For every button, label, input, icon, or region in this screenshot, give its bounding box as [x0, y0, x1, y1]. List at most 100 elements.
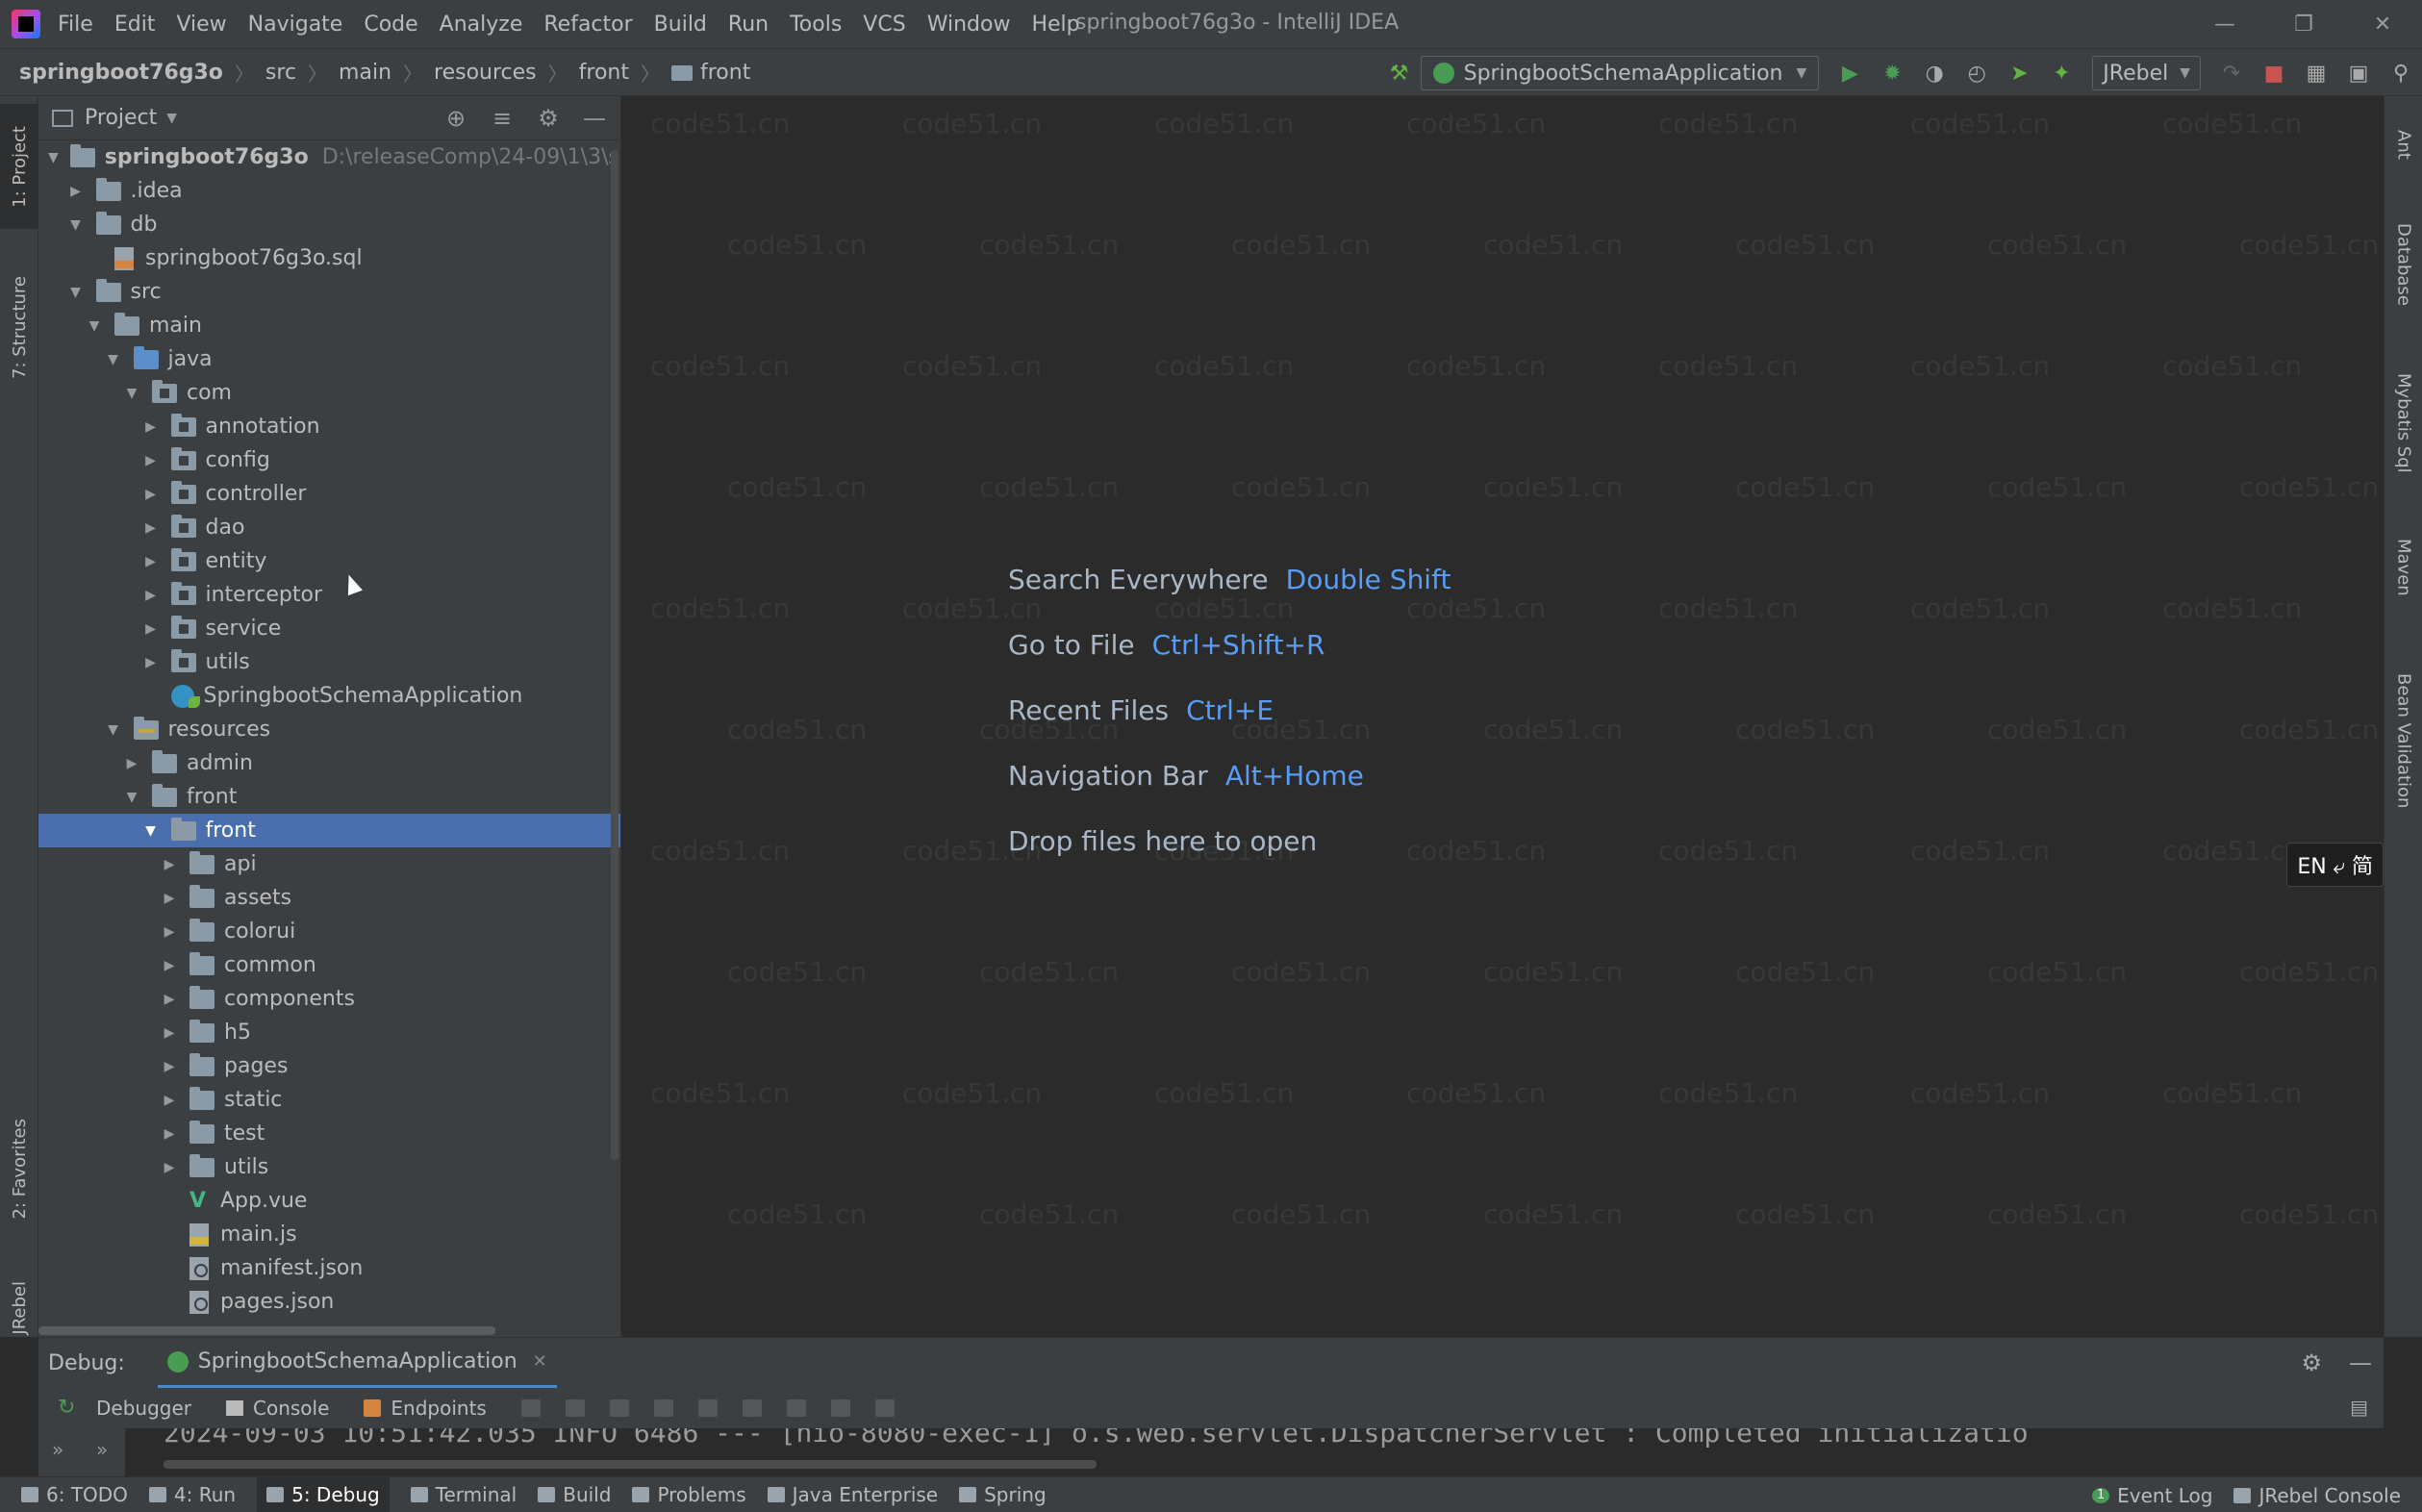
profile-icon[interactable]: ◴ — [1960, 57, 1993, 89]
tree-node-springboot76g3o-sql[interactable]: ▶springboot76g3o.sql — [38, 241, 620, 275]
menu-code[interactable]: Code — [364, 13, 417, 37]
gear-icon[interactable]: ⚙ — [2301, 1349, 2322, 1376]
layout-icon[interactable]: ▣ — [2342, 57, 2375, 89]
tree-node-resources[interactable]: ▼ resources — [38, 713, 620, 746]
statusbar-tool-problems[interactable]: Problems — [632, 1483, 746, 1506]
statusbar-tool-5-debug[interactable]: 5: Debug — [257, 1476, 390, 1512]
tree-node-utils[interactable]: ▶ utils — [38, 645, 620, 679]
chevron-right-icon[interactable]: ▶ — [161, 1126, 178, 1142]
chevron-down-icon[interactable]: ▼ — [166, 111, 177, 126]
tree-node-static[interactable]: ▶ static — [38, 1083, 620, 1117]
tree-node-colorui[interactable]: ▶ colorui — [38, 915, 620, 948]
layout-icon[interactable]: ▤ — [2350, 1396, 2368, 1419]
console-horizontal-scrollbar[interactable] — [164, 1460, 1097, 1469]
breadcrumb-item[interactable]: front — [670, 61, 750, 85]
tree-node-springboot76g3o[interactable]: ▼ springboot76g3o D:\releaseComp\24-09\1\3… — [38, 140, 620, 174]
tree-node-admin[interactable]: ▶ admin — [38, 746, 620, 780]
breadcrumb-item[interactable]: springboot76g3o — [19, 61, 223, 85]
tree-node-utils[interactable]: ▶ utils — [38, 1150, 620, 1184]
build-hammer-icon[interactable]: ⚒ — [1383, 57, 1416, 89]
tab-debugger[interactable]: Debugger — [96, 1397, 191, 1420]
statusbar-tool-6-todo[interactable]: 6: TODO — [21, 1483, 128, 1506]
tree-node-main[interactable]: ▼ main — [38, 309, 620, 342]
tree-vertical-scrollbar[interactable] — [609, 140, 620, 1160]
show-execution-point-icon[interactable] — [520, 1399, 541, 1417]
tree-node-controller[interactable]: ▶ controller — [38, 477, 620, 511]
run-to-cursor-icon[interactable] — [786, 1399, 806, 1417]
breadcrumb-item[interactable]: src — [265, 61, 296, 85]
menu-build[interactable]: Build — [654, 13, 707, 37]
tool-tab-jrebel[interactable]: JRebel — [0, 1260, 38, 1356]
step-into-icon[interactable] — [609, 1399, 629, 1417]
chevron-right-icon[interactable]: ▶ — [161, 891, 178, 906]
menu-run[interactable]: Run — [728, 13, 769, 37]
statusbar-tool-java-enterprise[interactable]: Java Enterprise — [767, 1483, 938, 1506]
chevron-right-icon[interactable]: ▶ — [142, 621, 160, 637]
step-over-icon[interactable] — [565, 1399, 585, 1417]
chevron-right-icon[interactable]: ▶ — [142, 453, 160, 468]
jrebel-run-icon[interactable]: ➤ — [2003, 57, 2035, 89]
statusbar-tool-terminal[interactable]: Terminal — [410, 1483, 517, 1506]
menu-view[interactable]: View — [176, 13, 226, 37]
menu-file[interactable]: File — [58, 13, 93, 37]
menu-navigate[interactable]: Navigate — [248, 13, 343, 37]
project-view-select[interactable]: Project — [85, 106, 157, 130]
drop-frame-icon[interactable] — [742, 1399, 762, 1417]
tab-console[interactable]: Console — [226, 1397, 329, 1420]
locate-icon[interactable]: ⊕ — [440, 102, 472, 135]
menu-edit[interactable]: Edit — [114, 13, 156, 37]
tree-node-h5[interactable]: ▶ h5 — [38, 1016, 620, 1049]
menu-tools[interactable]: Tools — [790, 13, 842, 37]
tree-node-springbootschemaapplication[interactable]: ▶SpringbootSchemaApplication — [38, 679, 620, 713]
tree-node-interceptor[interactable]: ▶ interceptor — [38, 578, 620, 612]
tree-node-db[interactable]: ▼ db — [38, 208, 620, 241]
tree-node-pages[interactable]: ▶ pages — [38, 1049, 620, 1083]
debug-session-tab[interactable]: SpringbootSchemaApplication ✕ — [157, 1338, 557, 1388]
menu-window[interactable]: Window — [927, 13, 1011, 37]
chevron-right-icon[interactable]: ▶ — [161, 1025, 178, 1041]
tree-node-front[interactable]: ▼ front — [38, 814, 620, 847]
chevron-down-icon[interactable]: ▼ — [105, 352, 122, 367]
run-icon[interactable]: ▶ — [1833, 57, 1866, 89]
tree-node-components[interactable]: ▶ components — [38, 982, 620, 1016]
evaluate-icon[interactable] — [830, 1399, 850, 1417]
jrebel-select[interactable]: JRebel ▼ — [2092, 56, 2201, 90]
stop-icon[interactable]: ■ — [2258, 57, 2290, 89]
tree-node-manifest-json[interactable]: ▶manifest.json — [38, 1251, 620, 1285]
tool-tab-maven[interactable]: Maven — [2384, 519, 2422, 616]
chevron-right-icon[interactable]: ▶ — [161, 924, 178, 940]
chevron-right-icon[interactable]: ▶ — [161, 992, 178, 1007]
debug-icon[interactable]: ✹ — [1876, 57, 1908, 89]
force-step-into-icon[interactable] — [653, 1399, 673, 1417]
search-icon[interactable]: ⚲ — [2384, 57, 2417, 89]
tree-node--idea[interactable]: ▶ .idea — [38, 174, 620, 208]
jrebel-debug-icon[interactable]: ✦ — [2045, 57, 2078, 89]
chevron-down-icon[interactable]: ▼ — [67, 217, 85, 233]
tree-node-annotation[interactable]: ▶ annotation — [38, 410, 620, 443]
tool-tab-bean-validation[interactable]: Bean Validation — [2384, 644, 2422, 837]
chevron-down-icon[interactable]: ▼ — [105, 722, 122, 738]
tree-node-pages-json[interactable]: ▶pages.json — [38, 1285, 620, 1319]
expand-icon[interactable]: » — [52, 1438, 63, 1461]
event-log-button[interactable]: 1 Event Log — [2092, 1484, 2212, 1507]
statusbar-tool-build[interactable]: Build — [538, 1483, 611, 1506]
tool-tab-structure[interactable]: 7: Structure — [0, 255, 38, 399]
debug-console-output[interactable]: 2024-09-03 10:51:42.035 INFO 6486 --- [n… — [38, 1428, 2384, 1476]
chevron-right-icon[interactable]: ▶ — [142, 520, 160, 536]
chevron-right-icon[interactable]: ▶ — [161, 958, 178, 973]
tree-node-assets[interactable]: ▶ assets — [38, 881, 620, 915]
chevron-right-icon[interactable]: ▶ — [142, 487, 160, 502]
tool-tab-favorites[interactable]: 2: Favorites — [0, 1096, 38, 1241]
tree-node-main-js[interactable]: ▶main.js — [38, 1218, 620, 1251]
tree-node-app-vue[interactable]: ▶VApp.vue — [38, 1184, 620, 1218]
tree-node-dao[interactable]: ▶ dao — [38, 511, 620, 544]
chevron-down-icon[interactable]: ▼ — [48, 150, 59, 165]
collapse-all-icon[interactable]: ≡ — [486, 102, 518, 135]
tree-node-service[interactable]: ▶ service — [38, 612, 620, 645]
chevron-right-icon[interactable]: ▶ — [67, 184, 85, 199]
tree-node-src[interactable]: ▼ src — [38, 275, 620, 309]
rerun-icon[interactable]: ↻ — [58, 1396, 75, 1420]
chevron-right-icon[interactable]: ▶ — [161, 1093, 178, 1108]
hide-icon[interactable]: — — [2349, 1349, 2372, 1376]
tool-tab-mybatis[interactable]: Mybatis Sql — [2384, 351, 2422, 495]
